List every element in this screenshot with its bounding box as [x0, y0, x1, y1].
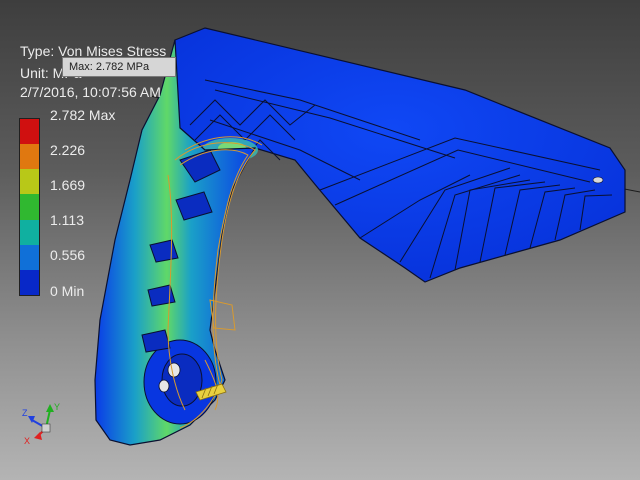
- legend-swatch-3: [20, 194, 39, 220]
- hole-marker: [592, 176, 604, 184]
- legend-swatch-5: [20, 244, 39, 270]
- legend-label-4: 2.226: [50, 142, 86, 158]
- result-datetime-label: 2/7/2016, 10:07:56 AM: [20, 84, 161, 100]
- legend-label-2: 1.113: [50, 212, 84, 228]
- z-axis-label: Z: [22, 408, 28, 418]
- legend-label-max: 2.782 Max: [50, 107, 116, 123]
- pin-lug: [143, 339, 217, 425]
- legend-swatch-1: [20, 144, 39, 170]
- legend-label-3: 1.669: [50, 177, 86, 193]
- legend-label-1: 0.556: [50, 247, 86, 263]
- view-triad[interactable]: Y Z X: [18, 398, 66, 448]
- legend-swatch-2: [20, 169, 39, 195]
- x-axis-label: X: [24, 436, 30, 446]
- max-value-tooltip[interactable]: Max: 2.782 MPa: [62, 57, 176, 77]
- legend-label-min: 0 Min: [50, 283, 85, 299]
- legend-swatch-4: [20, 219, 39, 245]
- y-axis-arrow-icon: [46, 404, 54, 412]
- color-legend-bar: [19, 118, 40, 296]
- legend-swatch-0: [20, 119, 39, 145]
- y-axis-label: Y: [54, 402, 60, 412]
- legend-swatch-6: [20, 269, 39, 295]
